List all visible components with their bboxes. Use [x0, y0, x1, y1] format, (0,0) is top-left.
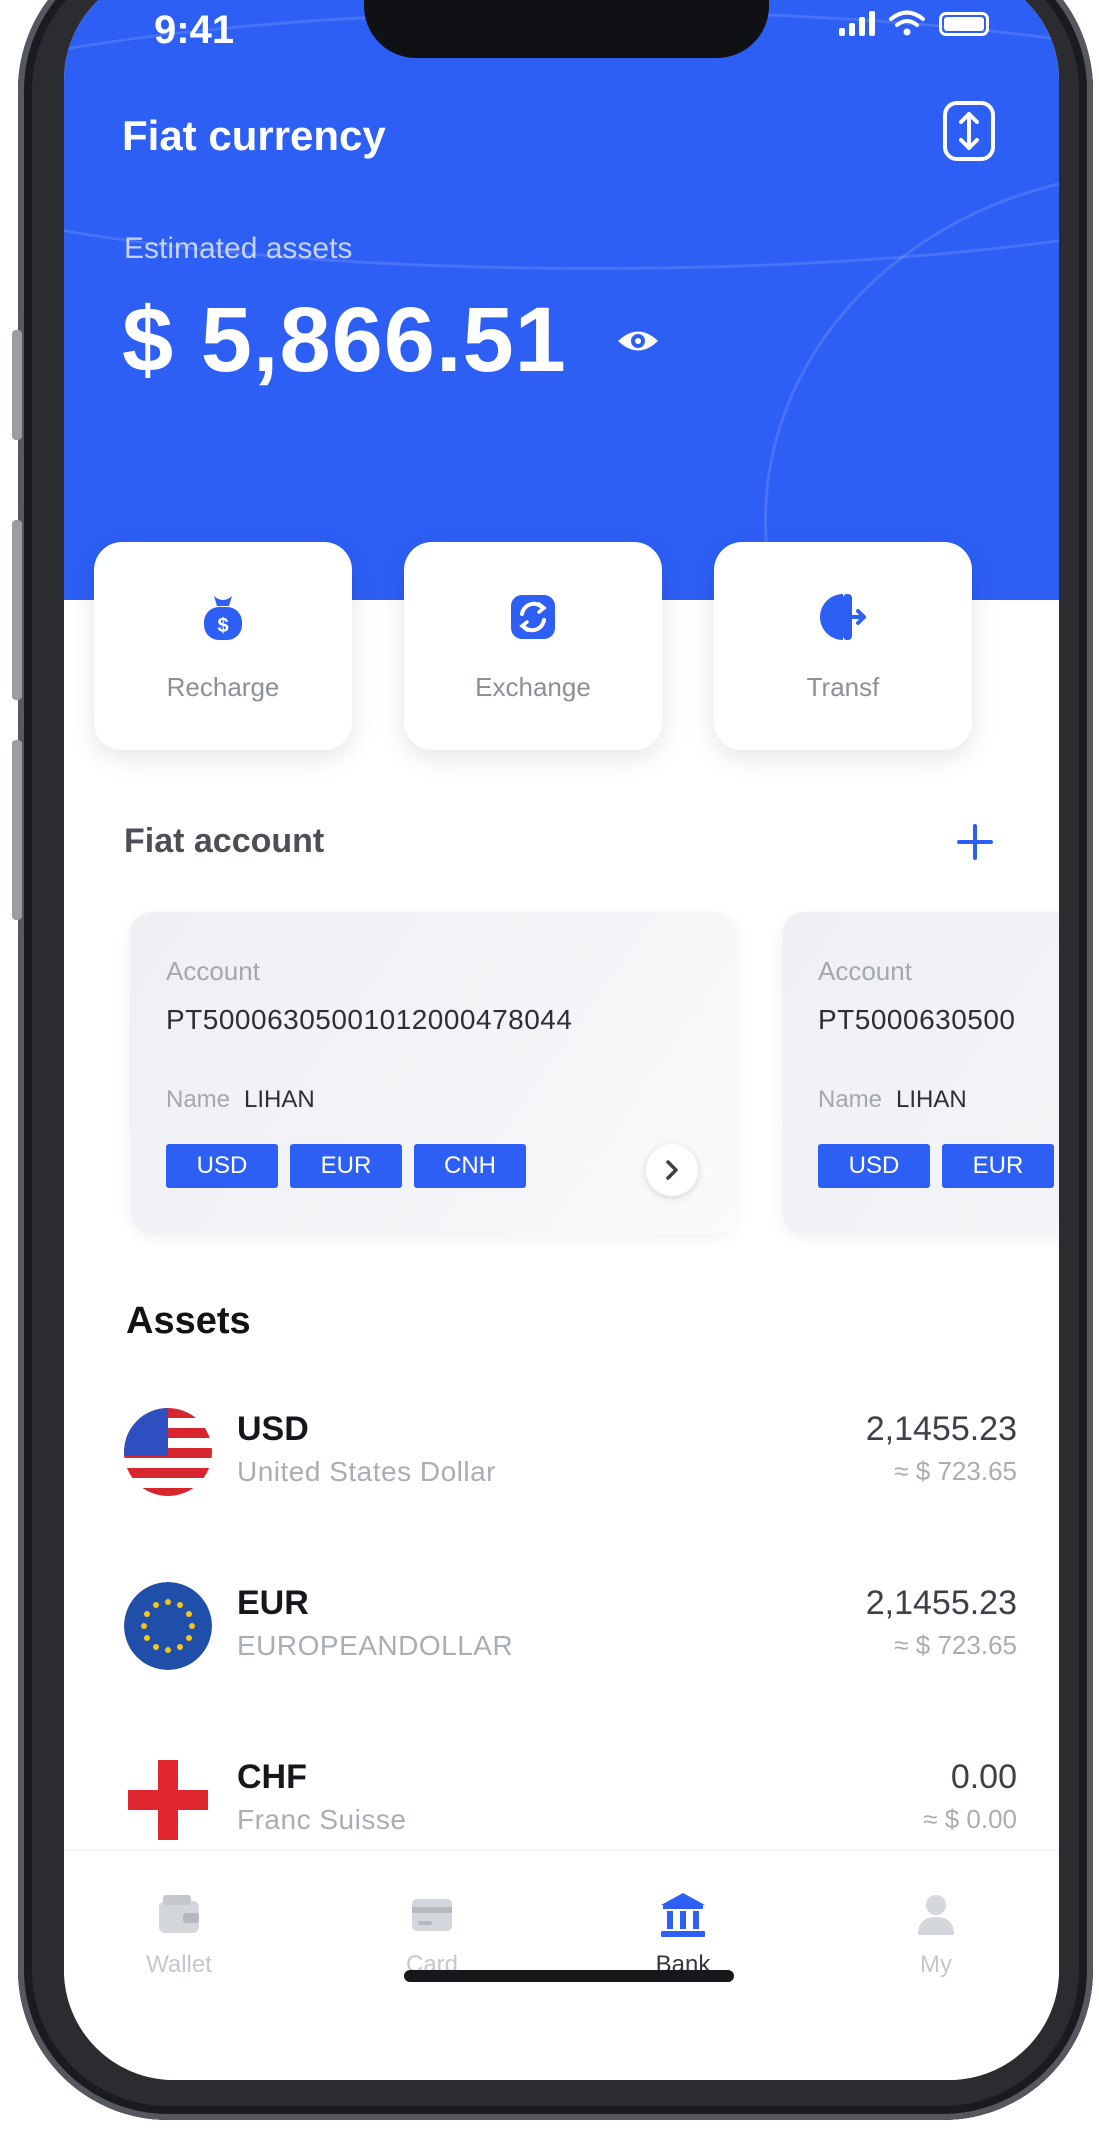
- asset-row-eur[interactable]: EUR EUROPEANDOLLAR 2,1455.23 ≈ $ 723.65: [124, 1576, 1017, 1696]
- transfer-icon: [820, 593, 866, 640]
- tab-bar: Wallet Card Bank My: [64, 1850, 1059, 2080]
- account-label: Account: [818, 956, 912, 986]
- wallet-icon: [159, 1895, 199, 1933]
- currency-tags: USD EUR: [818, 1144, 1054, 1188]
- estimated-assets-label: Estimated assets: [124, 232, 353, 265]
- eye-icon[interactable]: [616, 326, 660, 356]
- bank-icon: [661, 1893, 705, 1937]
- name-value: LIHAN: [896, 1086, 967, 1113]
- asset-fiat-value: ≈ $ 723.65: [894, 1630, 1017, 1660]
- tab-bank[interactable]: Bank: [603, 1889, 763, 1979]
- signal-icon: [839, 10, 875, 36]
- asset-fiat-value: ≈ $ 723.65: [894, 1456, 1017, 1486]
- asset-code: USD: [237, 1410, 309, 1448]
- assets-title: Assets: [126, 1300, 251, 1342]
- account-label: Account: [166, 956, 260, 986]
- page-title: Fiat currency: [122, 112, 386, 159]
- currency-tag: EUR: [290, 1144, 402, 1188]
- chevron-right-icon: [666, 1160, 678, 1180]
- add-account-icon[interactable]: [953, 820, 997, 864]
- currency-tags: USD EUR CNH: [166, 1144, 526, 1188]
- asset-name: Franc Suisse: [237, 1804, 407, 1835]
- phone-mute-switch: [12, 330, 22, 440]
- asset-amount: 0.00: [950, 1758, 1017, 1796]
- asset-code: EUR: [237, 1584, 309, 1622]
- document-icon[interactable]: [941, 100, 997, 162]
- battery-icon: [939, 12, 989, 36]
- account-number: PT5000630500: [818, 1004, 1016, 1035]
- asset-name: EUROPEANDOLLAR: [237, 1630, 514, 1661]
- moneybag-icon: $: [204, 595, 242, 640]
- card-icon: [412, 1899, 452, 1931]
- app-screen: 9:41 Fiat currency Estimated assets $ 5,…: [64, 0, 1059, 2080]
- tab-card[interactable]: Card: [352, 1889, 512, 1979]
- asset-amount: 2,1455.23: [865, 1410, 1017, 1448]
- asset-code: CHF: [237, 1758, 307, 1796]
- asset-amount: 2,1455.23: [865, 1584, 1017, 1622]
- phone-volume-down: [12, 740, 22, 920]
- currency-tag: EUR: [942, 1144, 1054, 1188]
- account-card[interactable]: Account PT50006305001012000478044 Name LI…: [130, 912, 736, 1234]
- account-name: Name LIHAN: [166, 1086, 315, 1114]
- exchange-label: Exchange: [475, 671, 591, 702]
- tab-wallet[interactable]: Wallet: [99, 1889, 259, 1979]
- asset-name: United States Dollar: [237, 1456, 497, 1487]
- transfer-button[interactable]: Transf: [714, 542, 972, 750]
- exchange-button[interactable]: Exchange: [404, 542, 662, 750]
- status-time: 9:41: [154, 8, 235, 52]
- currency-tag: USD: [166, 1144, 278, 1188]
- asset-fiat-value: ≈ $ 0.00: [923, 1804, 1017, 1834]
- name-label: Name: [166, 1086, 231, 1113]
- svg-text:$: $: [217, 615, 228, 637]
- exchange-icon: [511, 594, 555, 639]
- tab-label: Wallet: [146, 1951, 212, 1978]
- status-icons: [839, 10, 989, 36]
- usd-flag-icon: [124, 1408, 212, 1496]
- asset-row-usd[interactable]: USD United States Dollar 2,1455.23 ≈ $ 7…: [124, 1402, 1017, 1522]
- account-name: Name LIHAN: [818, 1086, 967, 1114]
- estimated-assets-value: $ 5,866.51: [122, 289, 567, 391]
- recharge-label: Recharge: [166, 671, 280, 702]
- account-card[interactable]: Account PT5000630500 Name LIHAN USD EUR: [782, 912, 1059, 1234]
- person-icon: [918, 1895, 954, 1935]
- phone-notch: [364, 0, 769, 58]
- currency-tag: USD: [818, 1144, 930, 1188]
- tab-label: My: [920, 1951, 952, 1978]
- recharge-button[interactable]: $ Recharge: [94, 542, 352, 750]
- chf-flag-icon: [124, 1756, 212, 1844]
- name-label: Name: [818, 1086, 883, 1113]
- wifi-icon: [889, 10, 925, 36]
- account-details-button[interactable]: [646, 1144, 698, 1196]
- account-number: PT50006305001012000478044: [166, 1004, 573, 1035]
- home-indicator: [404, 1970, 734, 1982]
- phone-volume-up: [12, 520, 22, 700]
- fiat-account-title: Fiat account: [124, 822, 325, 860]
- name-value: LIHAN: [244, 1086, 315, 1113]
- transfer-label: Transf: [806, 671, 880, 702]
- eur-flag-icon: [124, 1582, 212, 1670]
- currency-tag: CNH: [414, 1144, 526, 1188]
- tab-my[interactable]: My: [856, 1889, 1016, 1979]
